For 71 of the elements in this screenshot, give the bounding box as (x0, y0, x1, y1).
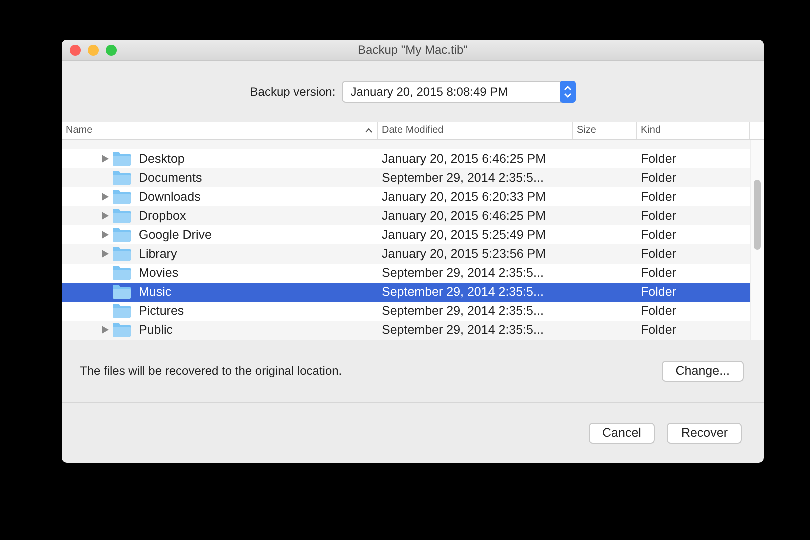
file-name: Dropbox (139, 208, 186, 223)
file-name: Music (139, 285, 172, 300)
file-row[interactable]: Library January 20, 2015 5:23:56 PM Folder (62, 244, 750, 264)
change-button[interactable]: Change... (662, 360, 744, 382)
folder-icon (113, 228, 131, 242)
close-button[interactable] (70, 44, 81, 56)
folder-icon (113, 247, 131, 262)
date-modified: January 20, 2015 5:23:56 PM (382, 247, 546, 262)
file-kind: Folder (641, 228, 676, 242)
file-name: Desktop (139, 152, 185, 166)
file-name: Library (139, 247, 178, 262)
file-row[interactable]: Desktop January 20, 2015 6:46:25 PM Folder (62, 149, 750, 168)
updown-chevron-icon (560, 80, 576, 102)
disclosure-triangle-icon[interactable] (102, 250, 109, 258)
file-kind: Folder (641, 266, 676, 280)
disclosure-triangle-icon[interactable] (102, 212, 109, 220)
folder-icon (113, 190, 131, 204)
folder-icon (113, 323, 131, 338)
disclosure-triangle-icon[interactable] (102, 154, 109, 163)
file-kind: Folder (641, 323, 676, 338)
date-modified: September 29, 2014 2:35:5... (382, 266, 544, 280)
folder-icon (113, 208, 131, 223)
backup-version-dropdown[interactable]: January 20, 2015 8:08:49 PM (342, 80, 576, 102)
location-message: The files will be recovered to the original location. (80, 364, 342, 378)
file-row[interactable]: Movies September 29, 2014 2:35:5... Folder (62, 264, 750, 283)
column-header[interactable]: Name (62, 122, 378, 139)
dialog-button[interactable]: Cancel (588, 422, 656, 444)
backup-version-label: Backup version: (250, 84, 336, 98)
date-modified: September 29, 2014 2:35:5... (382, 285, 544, 300)
file-kind: Folder (641, 304, 676, 318)
date-modified: January 20, 2015 5:25:49 PM (382, 228, 546, 242)
dialog-button[interactable]: Recover (667, 422, 742, 444)
file-kind: Folder (641, 208, 676, 223)
folder-icon (113, 285, 131, 300)
file-row[interactable]: Documents September 29, 2014 2:35:5... Folder (62, 168, 750, 188)
file-kind: Folder (641, 247, 676, 262)
column-header[interactable]: Size (573, 122, 637, 139)
file-kind: Folder (641, 152, 676, 166)
folder-icon (113, 304, 131, 318)
file-row[interactable]: Google Drive January 20, 2015 5:25:49 PM Folder (62, 225, 750, 244)
zoom-button[interactable] (106, 44, 117, 56)
date-modified: January 20, 2015 6:20:33 PM (382, 190, 546, 204)
disclosure-triangle-icon[interactable] (102, 326, 109, 334)
date-modified: September 29, 2014 2:35:5... (382, 323, 544, 338)
file-kind: Folder (641, 170, 676, 185)
file-row[interactable]: Downloads January 20, 2015 6:20:33 PM Folder (62, 187, 750, 206)
file-row[interactable]: Public September 29, 2014 2:35:5... Folder (62, 320, 750, 340)
file-name: Public (139, 323, 174, 338)
file-kind: Folder (641, 285, 676, 300)
file-row[interactable]: Dropbox January 20, 2015 6:46:25 PM Folder (62, 206, 750, 226)
file-name: Documents (139, 170, 202, 185)
file-row[interactable]: Music September 29, 2014 2:35:5... Folder (62, 282, 750, 302)
disclosure-triangle-icon[interactable] (102, 230, 109, 239)
window-title: Backup "My Mac.tib" (357, 43, 469, 57)
file-name: Downloads (139, 190, 201, 204)
scrollbar-thumb[interactable] (754, 180, 761, 250)
column-header[interactable]: Date Modified (378, 122, 573, 139)
column-header[interactable]: Kind (637, 122, 750, 139)
date-modified: September 29, 2014 2:35:5... (382, 170, 544, 185)
folder-icon (113, 170, 131, 185)
file-name: Movies (139, 266, 179, 280)
date-modified: January 20, 2015 6:46:25 PM (382, 208, 546, 223)
date-modified: January 20, 2015 6:46:25 PM (382, 152, 546, 166)
file-name: Pictures (139, 304, 184, 318)
disclosure-triangle-icon[interactable] (102, 192, 109, 201)
file-row[interactable]: Pictures September 29, 2014 2:35:5... Folder (62, 302, 750, 321)
file-kind: Folder (641, 190, 676, 204)
folder-icon (113, 152, 131, 166)
folder-icon (113, 266, 131, 280)
file-name: Google Drive (139, 228, 212, 242)
date-modified: September 29, 2014 2:35:5... (382, 304, 544, 318)
